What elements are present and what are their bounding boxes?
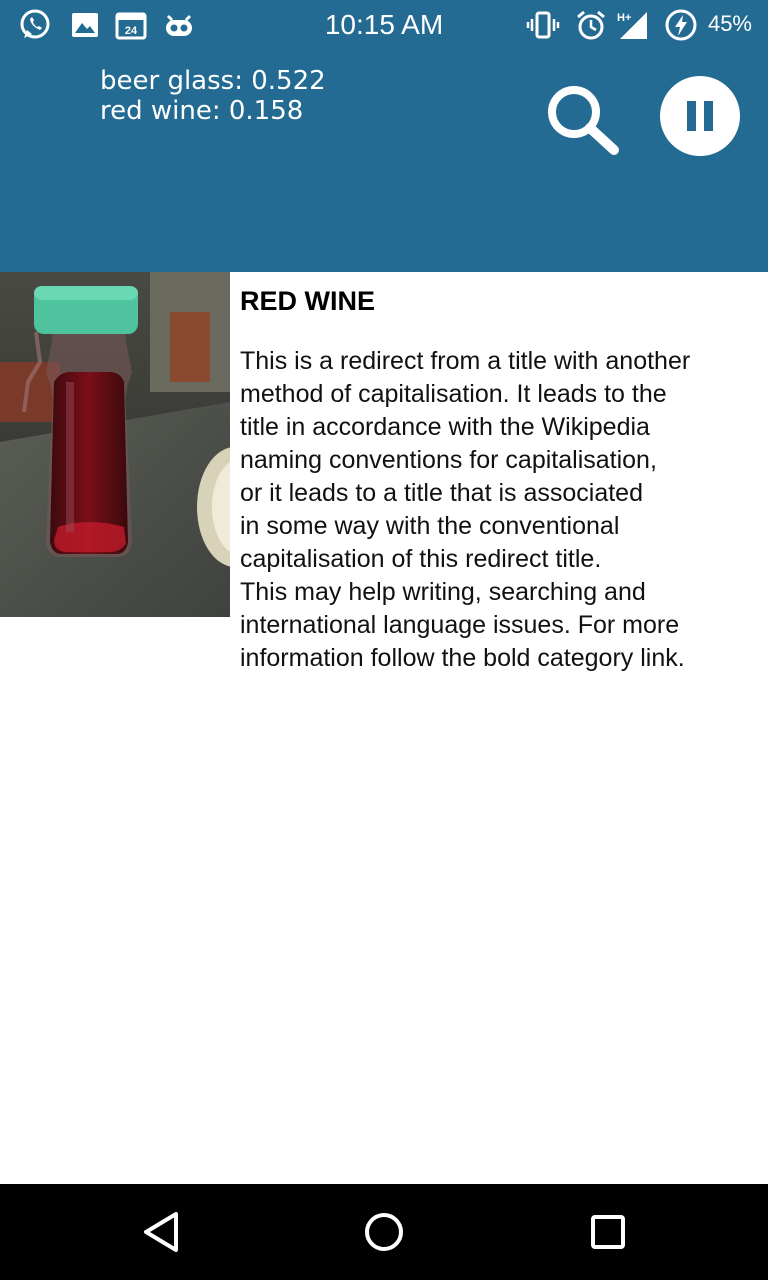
article-line: international language issues. For more bbox=[240, 611, 680, 639]
article-line: information follow the bold category lin… bbox=[240, 644, 685, 672]
red-wine-bottle-photo bbox=[0, 272, 230, 617]
status-bar: 24 10:15 AM H+ 45% bbox=[0, 0, 768, 50]
app-bar: beer glass: 0.522 red wine: 0.158 bbox=[0, 50, 768, 272]
article-line: capitalisation of this redirect title. bbox=[240, 545, 602, 573]
article-body: This is a redirect from a title with ano… bbox=[240, 345, 760, 675]
article-line: title in accordance with the Wikipedia bbox=[240, 413, 650, 441]
recents-icon bbox=[591, 1215, 625, 1249]
vibrate-icon bbox=[526, 8, 560, 42]
article-line: naming conventions for capitalisation, bbox=[240, 446, 657, 474]
captured-photo bbox=[0, 272, 230, 617]
search-icon bbox=[548, 86, 619, 155]
article-line: in some way with the conventional bbox=[240, 512, 620, 540]
article-line: method of capitalisation. It leads to th… bbox=[240, 380, 667, 408]
pause-icon bbox=[687, 101, 713, 131]
pause-button[interactable] bbox=[660, 76, 740, 156]
article-line: This may help writing, searching and bbox=[240, 578, 646, 606]
battery-charging-icon bbox=[664, 8, 698, 42]
search-button[interactable] bbox=[542, 80, 624, 156]
alarm-icon bbox=[574, 8, 608, 42]
battery-percent: 45% bbox=[707, 11, 752, 36]
network-type-label: H+ bbox=[617, 12, 631, 24]
article-line: This is a redirect from a title with ano… bbox=[240, 347, 691, 375]
navigation-bar bbox=[0, 1184, 768, 1280]
article-title: RED WINE bbox=[240, 286, 375, 316]
status-clock: 10:15 AM bbox=[324, 9, 444, 40]
article-line: or it leads to a title that is associate… bbox=[240, 479, 643, 507]
back-button[interactable] bbox=[130, 1202, 190, 1262]
prediction-item: red wine: 0.158 bbox=[100, 96, 304, 126]
home-icon bbox=[365, 1213, 403, 1251]
signal-icon: H+ bbox=[616, 8, 650, 42]
back-icon bbox=[144, 1212, 178, 1252]
recents-button[interactable] bbox=[578, 1202, 638, 1262]
prediction-item: beer glass: 0.522 bbox=[100, 66, 326, 96]
home-button[interactable] bbox=[354, 1202, 414, 1262]
prediction-list: beer glass: 0.522 red wine: 0.158 bbox=[100, 66, 326, 126]
